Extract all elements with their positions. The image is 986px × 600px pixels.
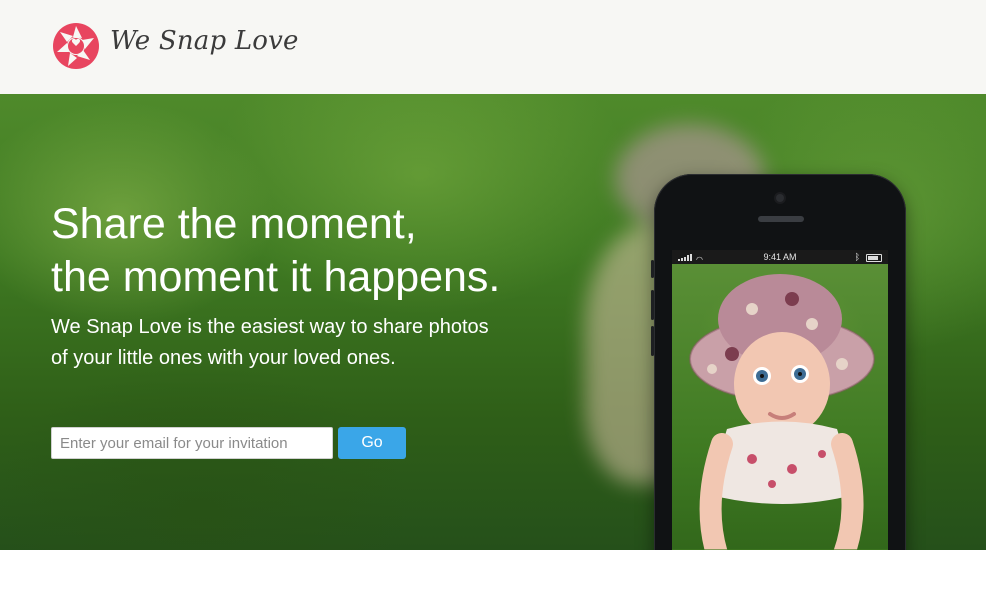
hero-subheadline: We Snap Love is the easiest way to share… [51,312,489,374]
phone-status-bar: ◠ 9:41 AM ᛒ [672,250,888,264]
headline-line-2: the moment it happens. [51,253,501,301]
phone-camera [776,194,784,202]
bluetooth-icon: ᛒ [854,252,860,262]
email-input[interactable] [51,427,333,459]
brand-name[interactable]: We Snap Love [110,26,299,56]
logo-icon[interactable] [52,22,100,70]
go-button[interactable]: Go [338,427,406,459]
site-header: We Snap Love [0,0,986,94]
headline-line-1: Share the moment, [51,200,417,248]
baby-photo [672,264,888,550]
hero-banner: Share the moment, the moment it happens.… [0,94,986,550]
phone-mockup: ◠ 9:41 AM ᛒ [651,174,906,550]
baby-illustration [672,274,888,550]
battery-icon [866,254,882,262]
phone-speaker [758,216,804,222]
subheadline-line-2: of your little ones with your loved ones… [51,347,396,369]
subheadline-line-1: We Snap Love is the easiest way to share… [51,316,489,338]
hero-headline: Share the moment, the moment it happens. [51,198,500,304]
phone-screen: ◠ 9:41 AM ᛒ [672,250,888,550]
